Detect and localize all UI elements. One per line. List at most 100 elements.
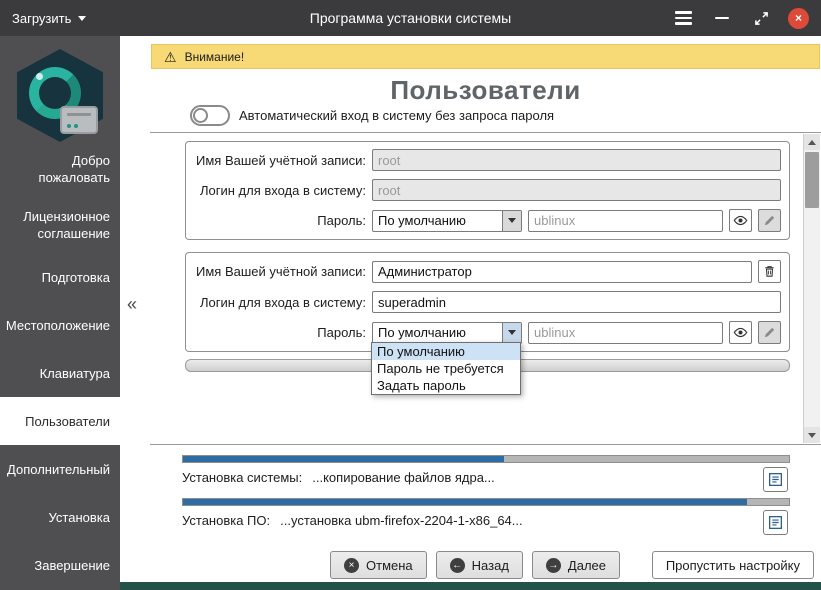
software-progress-status: ...установка ubm-firefox-2204-1-x86_64..…: [280, 513, 523, 528]
triangle-down-icon: [808, 433, 816, 438]
software-progress-row: Установка ПО: ...установка ubm-firefox-2…: [182, 513, 523, 528]
window-controls: ×: [671, 6, 809, 30]
eye-icon: [732, 324, 749, 341]
password-input-root[interactable]: [528, 210, 723, 232]
warning-text: Внимание!: [185, 50, 245, 64]
menu-item-default[interactable]: По умолчанию: [372, 343, 520, 360]
login-input-root: [372, 179, 781, 201]
cancel-icon: ×: [344, 558, 359, 573]
system-progress-label: Установка системы:: [182, 470, 302, 485]
resize-icon: [754, 11, 769, 26]
password-label: Пароль:: [194, 325, 366, 340]
system-progress-fill: [183, 456, 504, 462]
sidebar-item-keyboard[interactable]: Клавиатура: [0, 349, 120, 397]
sidebar-item-finish[interactable]: Завершение: [0, 541, 120, 589]
ublinux-logo: [0, 36, 120, 141]
pencil-icon: [762, 213, 777, 228]
close-button[interactable]: ×: [788, 8, 809, 29]
titlebar: Загрузить Программа установки системы ×: [0, 0, 821, 36]
password-mode-select-root[interactable]: По умолчанию: [372, 210, 522, 232]
account-name-input-root: [372, 149, 781, 171]
sidebar-item-preparation[interactable]: Подготовка: [0, 253, 120, 301]
sidebar-item-license[interactable]: Лицензионное соглашение: [0, 197, 120, 253]
user-group-admin: Имя Вашей учётной записи: Лог: [185, 252, 790, 352]
log-icon: [767, 471, 784, 488]
next-label: Далее: [568, 558, 606, 573]
autologin-label: Автоматический вход в систему без запрос…: [239, 108, 554, 123]
eye-icon: [732, 212, 749, 229]
system-progress-row: Установка системы: ...копирование файлов…: [182, 470, 495, 485]
sidebar-item-welcome[interactable]: Добро пожаловать: [0, 141, 120, 197]
skip-setup-button[interactable]: Пропустить настройку: [652, 551, 814, 579]
footer-buttons: × Отмена ← Назад → Далее Пропустить наст…: [330, 551, 814, 579]
warning-icon: ⚠: [164, 50, 177, 64]
password-mode-value: По умолчанию: [373, 213, 502, 228]
chevron-down-icon: [502, 211, 521, 231]
sidebar-item-location[interactable]: Местоположение: [0, 301, 120, 349]
scrollbar-thumb[interactable]: [805, 152, 819, 208]
logo-spark: [36, 73, 43, 80]
delete-user-button[interactable]: [758, 260, 781, 283]
password-mode-select-admin[interactable]: По умолчанию: [372, 322, 522, 344]
skip-label: Пропустить настройку: [666, 558, 800, 573]
chevron-down-icon: [502, 323, 521, 343]
system-progress-status: ...копирование файлов ядра...: [312, 470, 495, 485]
window-bottom-strip: [120, 582, 821, 590]
back-label: Назад: [472, 558, 509, 573]
load-button-label: Загрузить: [12, 11, 71, 26]
vertical-scrollbar[interactable]: [803, 134, 820, 443]
next-button[interactable]: → Далее: [532, 551, 620, 579]
footer-panel: Установка системы: ...копирование файлов…: [150, 446, 821, 590]
warning-banner[interactable]: ⚠ Внимание!: [151, 44, 820, 69]
login-label: Логин для входа в систему:: [194, 183, 366, 198]
menu-button[interactable]: [671, 6, 695, 30]
edit-password-button-root: [758, 209, 781, 232]
users-scroll-area: Имя Вашей учётной записи: Логин для вход…: [150, 132, 821, 445]
software-progress-label: Установка ПО:: [182, 513, 270, 528]
pencil-icon: [762, 325, 777, 340]
main-content: ⚠ Внимание! Пользователи Автоматический …: [150, 36, 821, 590]
scroll-down-button[interactable]: [804, 427, 820, 443]
sidebar-item-users[interactable]: Пользователи: [0, 397, 120, 445]
account-name-input-admin[interactable]: [372, 261, 752, 283]
sidebar-collapse-button[interactable]: «: [120, 36, 150, 590]
software-progressbar: [182, 498, 790, 506]
password-label: Пароль:: [194, 213, 366, 228]
account-name-label: Имя Вашей учётной записи:: [194, 264, 366, 279]
show-password-button-root[interactable]: [729, 209, 752, 232]
show-password-button-admin[interactable]: [729, 321, 752, 344]
installer-steps-nav: Добро пожаловать Лицензионное соглашение…: [0, 141, 120, 589]
collapse-chevron-icon: «: [127, 294, 137, 315]
installer-window: Загрузить Программа установки системы ×: [0, 0, 821, 590]
toggle-knob: [193, 108, 208, 123]
sidebar: Добро пожаловать Лицензионное соглашение…: [0, 36, 120, 590]
caret-down-icon: [78, 16, 86, 21]
back-button[interactable]: ← Назад: [436, 551, 523, 579]
account-name-label: Имя Вашей учётной записи:: [194, 153, 366, 168]
page-title: Пользователи: [150, 75, 821, 106]
cancel-button[interactable]: × Отмена: [330, 551, 427, 579]
system-log-button[interactable]: [763, 467, 788, 492]
load-button[interactable]: Загрузить: [12, 11, 86, 26]
sidebar-item-install[interactable]: Установка: [0, 493, 120, 541]
password-mode-menu: По умолчанию Пароль не требуется Задать …: [371, 342, 521, 395]
autologin-row: Автоматический вход в систему без запрос…: [190, 105, 554, 126]
menu-item-set-password[interactable]: Задать пароль: [372, 377, 520, 394]
sidebar-item-additional[interactable]: Дополнительный: [0, 445, 120, 493]
scroll-up-button[interactable]: [804, 134, 820, 150]
menu-item-no-password[interactable]: Пароль не требуется: [372, 360, 520, 377]
log-icon: [767, 514, 784, 531]
password-input-admin[interactable]: [528, 322, 723, 344]
back-arrow-icon: ←: [450, 558, 465, 573]
password-mode-value: По умолчанию: [373, 325, 502, 340]
software-log-button[interactable]: [763, 510, 788, 535]
resize-button[interactable]: [749, 6, 773, 30]
system-progressbar: [182, 455, 790, 463]
edit-password-button-admin: [758, 321, 781, 344]
cancel-label: Отмена: [366, 558, 413, 573]
minimize-icon: [715, 17, 729, 20]
triangle-up-icon: [808, 140, 816, 145]
login-input-admin[interactable]: [372, 291, 781, 313]
minimize-button[interactable]: [710, 6, 734, 30]
autologin-toggle[interactable]: [190, 105, 230, 126]
